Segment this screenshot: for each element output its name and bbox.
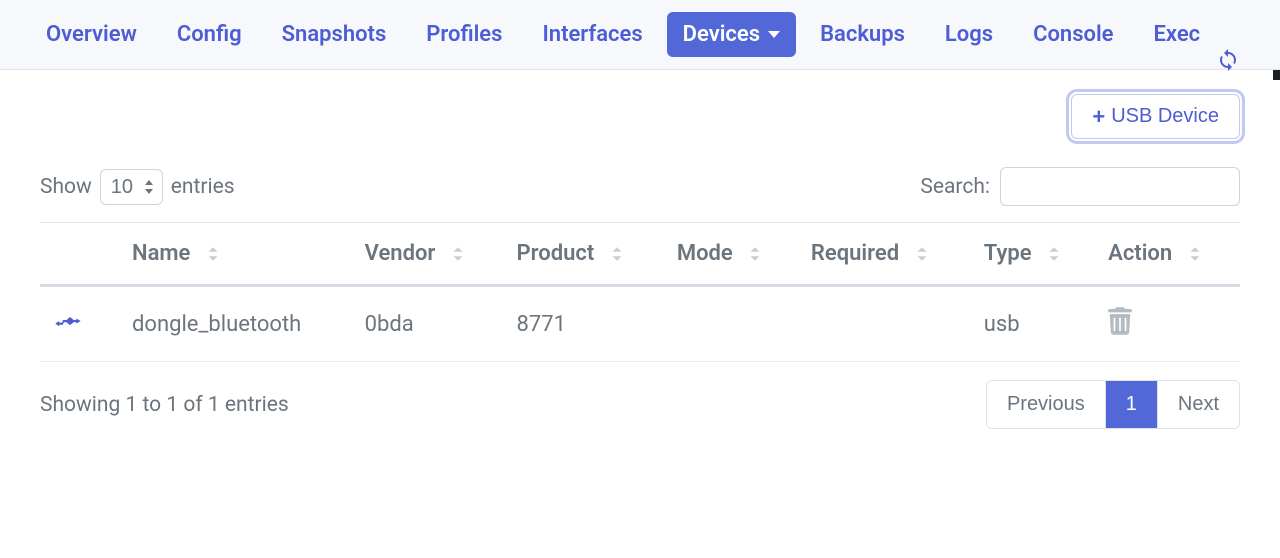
pagination-page-1[interactable]: 1: [1106, 381, 1158, 428]
cell-vendor: 0bda: [353, 286, 505, 362]
add-usb-device-label: USB Device: [1111, 105, 1219, 128]
pagination: Previous 1 Next: [986, 380, 1240, 429]
table-search-input[interactable]: [1000, 167, 1240, 206]
table-length-select[interactable]: 10: [100, 169, 163, 205]
table-length-entries-label: entries: [171, 175, 235, 199]
refresh-button[interactable]: [1216, 48, 1240, 76]
column-mode[interactable]: Mode: [665, 223, 799, 286]
sort-icon: [913, 245, 931, 263]
devices-table: Name Vendor Product Mode Required: [40, 222, 1240, 362]
refresh-icon: [1216, 48, 1240, 72]
add-usb-device-button[interactable]: + USB Device: [1071, 94, 1240, 139]
sort-icon: [204, 245, 222, 263]
column-action[interactable]: Action: [1096, 223, 1240, 286]
nav-interfaces[interactable]: Interfaces: [526, 12, 658, 57]
table-length-show-label: Show: [40, 175, 92, 199]
table-info: Showing 1 to 1 of 1 entries: [40, 393, 289, 417]
column-vendor[interactable]: Vendor: [353, 223, 505, 286]
nav-snapshots[interactable]: Snapshots: [266, 12, 403, 57]
nav-overview[interactable]: Overview: [30, 12, 153, 57]
sort-icon: [1186, 245, 1204, 263]
table-row: dongle_bluetooth 0bda 8771 usb: [40, 286, 1240, 362]
column-type[interactable]: Type: [972, 223, 1096, 286]
main-content: + USB Device Show 10 entries Search: Nam…: [0, 70, 1280, 453]
cell-required: [799, 286, 972, 362]
delete-button[interactable]: [1108, 316, 1132, 341]
table-search-control: Search:: [920, 167, 1240, 206]
cell-type: usb: [972, 286, 1096, 362]
nav-backups[interactable]: Backups: [804, 12, 921, 57]
nav-logs[interactable]: Logs: [929, 12, 1009, 57]
nav-devices[interactable]: Devices: [667, 12, 796, 57]
nav-exec[interactable]: Exec: [1138, 12, 1217, 57]
cell-product: 8771: [505, 286, 665, 362]
column-blank[interactable]: [40, 223, 120, 286]
nav-devices-label: Devices: [683, 22, 760, 47]
caret-down-icon: [768, 31, 780, 38]
usb-icon: [52, 312, 84, 337]
plus-icon: +: [1092, 106, 1105, 128]
sort-icon: [1045, 245, 1063, 263]
pagination-prev[interactable]: Previous: [987, 381, 1106, 428]
sort-icon: [608, 245, 626, 263]
cell-name: dongle_bluetooth: [120, 286, 353, 362]
trash-icon: [1108, 307, 1132, 335]
table-search-label: Search:: [920, 175, 990, 199]
column-required[interactable]: Required: [799, 223, 972, 286]
nav-profiles[interactable]: Profiles: [410, 12, 518, 57]
sort-icon: [746, 245, 764, 263]
navbar: Overview Config Snapshots Profiles Inter…: [0, 0, 1280, 70]
pagination-next[interactable]: Next: [1158, 381, 1239, 428]
column-product[interactable]: Product: [505, 223, 665, 286]
cell-mode: [665, 286, 799, 362]
nav-config[interactable]: Config: [161, 12, 258, 57]
nav-console[interactable]: Console: [1017, 12, 1129, 57]
sort-icon: [449, 245, 467, 263]
column-name[interactable]: Name: [120, 223, 353, 286]
table-length-control: Show 10 entries: [40, 169, 235, 205]
